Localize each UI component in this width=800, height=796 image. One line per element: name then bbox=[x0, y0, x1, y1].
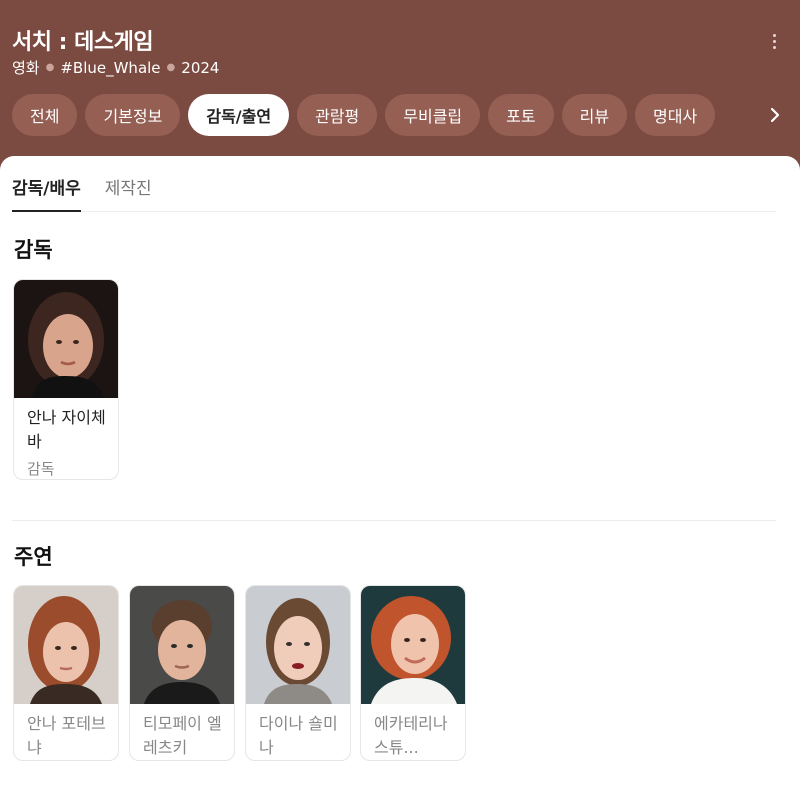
cast-section-title: 주연 bbox=[14, 545, 53, 569]
cast-name: 에카테리나 스튜... bbox=[374, 714, 448, 757]
chevron-right-icon[interactable] bbox=[750, 94, 800, 136]
cast-photo bbox=[14, 586, 118, 704]
cast-photo bbox=[130, 586, 234, 704]
meta-line: 영화 ● #Blue_Whale ● 2024 bbox=[12, 57, 219, 78]
cast-card[interactable]: 다이나 숄미나 bbox=[245, 585, 351, 761]
page-title: 서치 : 데스게임 bbox=[12, 30, 154, 55]
tab-ratings[interactable]: 관람평 bbox=[297, 94, 378, 136]
meta-type: 영화 bbox=[12, 59, 40, 77]
cast-card[interactable]: 티모페이 엘레츠키 bbox=[129, 585, 235, 761]
tab-basic-info[interactable]: 기본정보 bbox=[85, 94, 181, 136]
header: 서치 : 데스게임 영화 ● #Blue_Whale ● 2024 bbox=[0, 0, 800, 168]
tab-bar: 전체 기본정보 감독/출연 관람평 무비클립 포토 리뷰 명대사 bbox=[0, 94, 750, 136]
director-name: 안나 자이체바 bbox=[27, 408, 106, 451]
subtab-director-actors[interactable]: 감독/배우 bbox=[12, 170, 81, 212]
cast-name: 다이나 숄미나 bbox=[259, 714, 338, 757]
subtab-bar: 감독/배우 제작진 bbox=[12, 170, 776, 212]
meta-hashtag[interactable]: #Blue_Whale bbox=[60, 59, 160, 77]
director-section-title: 감독 bbox=[14, 238, 53, 262]
cast-name: 안나 포테브냐 bbox=[27, 714, 106, 757]
content-panel: 감독/배우 제작진 감독 안나 자이체바 감독 주연 안나 포테브냐 티모페이 … bbox=[0, 156, 800, 796]
section-divider bbox=[12, 520, 776, 521]
cast-card[interactable]: 에카테리나 스튜... bbox=[360, 585, 466, 761]
tab-photos[interactable]: 포토 bbox=[488, 94, 554, 136]
director-photo bbox=[14, 280, 118, 398]
tab-cast[interactable]: 감독/출연 bbox=[188, 94, 290, 136]
meta-year: 2024 bbox=[181, 58, 220, 77]
tab-all[interactable]: 전체 bbox=[12, 94, 78, 136]
cast-photo bbox=[361, 586, 465, 704]
more-options-icon[interactable] bbox=[762, 28, 786, 54]
subtab-crew[interactable]: 제작진 bbox=[105, 170, 152, 212]
cast-photo bbox=[246, 586, 350, 704]
director-card[interactable]: 안나 자이체바 감독 bbox=[13, 279, 119, 480]
cast-card[interactable]: 안나 포테브냐 bbox=[13, 585, 119, 761]
meta-separator: ● bbox=[45, 62, 55, 73]
director-role: 감독 bbox=[27, 460, 55, 478]
tab-movie-clips[interactable]: 무비클립 bbox=[385, 94, 481, 136]
tab-reviews[interactable]: 리뷰 bbox=[561, 94, 628, 136]
meta-separator: ● bbox=[166, 62, 176, 73]
tab-quotes[interactable]: 명대사 bbox=[635, 94, 716, 136]
cast-name: 티모페이 엘레츠키 bbox=[143, 714, 222, 757]
